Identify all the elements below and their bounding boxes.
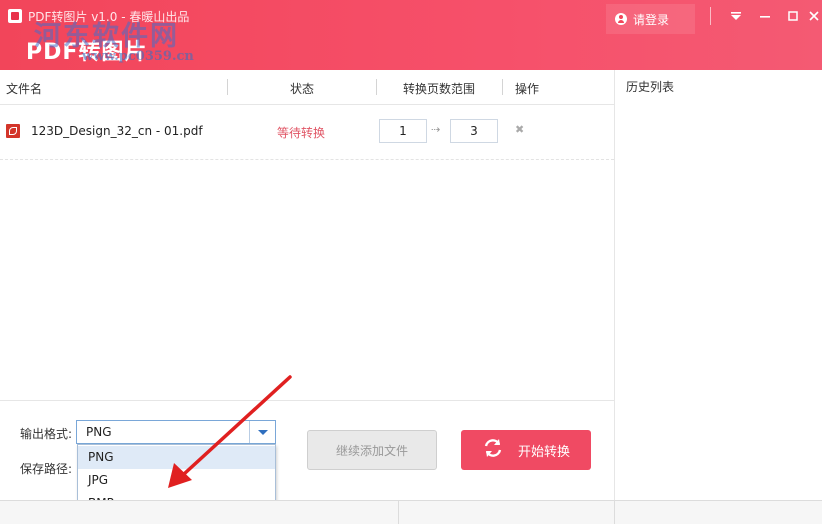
column-divider (502, 79, 503, 95)
column-divider (376, 79, 377, 95)
range-from-input[interactable]: 1 (379, 119, 427, 143)
app-logo-icon (8, 9, 22, 23)
format-option-jpg[interactable]: JPG (78, 469, 275, 492)
titlebar-divider (710, 7, 711, 25)
watermark-url: www.pc0359.cn (82, 49, 194, 64)
history-panel: 历史列表 (614, 70, 822, 500)
strip-divider (398, 501, 399, 524)
output-format-value: PNG (86, 425, 112, 439)
column-header-action: 操作 (515, 82, 540, 96)
range-to-input[interactable]: 3 (450, 119, 498, 143)
chevron-down-icon[interactable] (258, 430, 268, 435)
strip-divider (614, 501, 615, 524)
column-header-range: 转换页数范围 (403, 82, 476, 96)
row-filename: 123D_Design_32_cn - 01.pdf (31, 124, 203, 138)
column-header-status: 状态 (290, 82, 315, 96)
select-divider (249, 421, 250, 443)
row-status: 等待转换 (277, 126, 326, 140)
file-table-header: 文件名 状态 转换页数范围 操作 (0, 70, 614, 105)
close-icon[interactable] (806, 8, 822, 24)
pdf-file-icon (6, 124, 20, 138)
minimize-icon[interactable] (757, 8, 773, 24)
user-icon (615, 13, 627, 25)
login-button[interactable]: 请登录 (606, 4, 695, 34)
refresh-icon (482, 437, 504, 463)
delete-row-icon[interactable]: ✖ (515, 123, 524, 136)
table-row[interactable]: 123D_Design_32_cn - 01.pdf 等待转换 1 ⇢ 3 ✖ (0, 105, 614, 160)
column-divider (227, 79, 228, 95)
menu-dropdown-icon[interactable] (728, 8, 744, 24)
title-bar: PDF转图片 v1.0 - 春暖山出品 PDF转图片 河东软件网 www.pc0… (0, 0, 822, 70)
history-title: 历史列表 (626, 80, 675, 94)
login-label: 请登录 (633, 12, 670, 27)
range-arrow-icon: ⇢ (431, 123, 441, 136)
maximize-icon[interactable] (785, 8, 801, 24)
column-header-filename: 文件名 (6, 82, 43, 96)
start-convert-label: 开始转换 (517, 444, 570, 460)
add-files-button[interactable]: 继续添加文件 (307, 430, 437, 470)
watermark-text: 河东软件网 (34, 21, 179, 52)
format-option-png[interactable]: PNG (78, 446, 275, 469)
save-path-label: 保存路径: (20, 462, 73, 476)
bottom-divider (0, 400, 614, 401)
output-format-select[interactable]: PNG (76, 420, 276, 444)
add-files-label: 继续添加文件 (335, 443, 408, 458)
output-format-label: 输出格式: (20, 427, 73, 441)
start-convert-button[interactable]: 开始转换 (461, 430, 591, 470)
status-strip (0, 500, 822, 524)
